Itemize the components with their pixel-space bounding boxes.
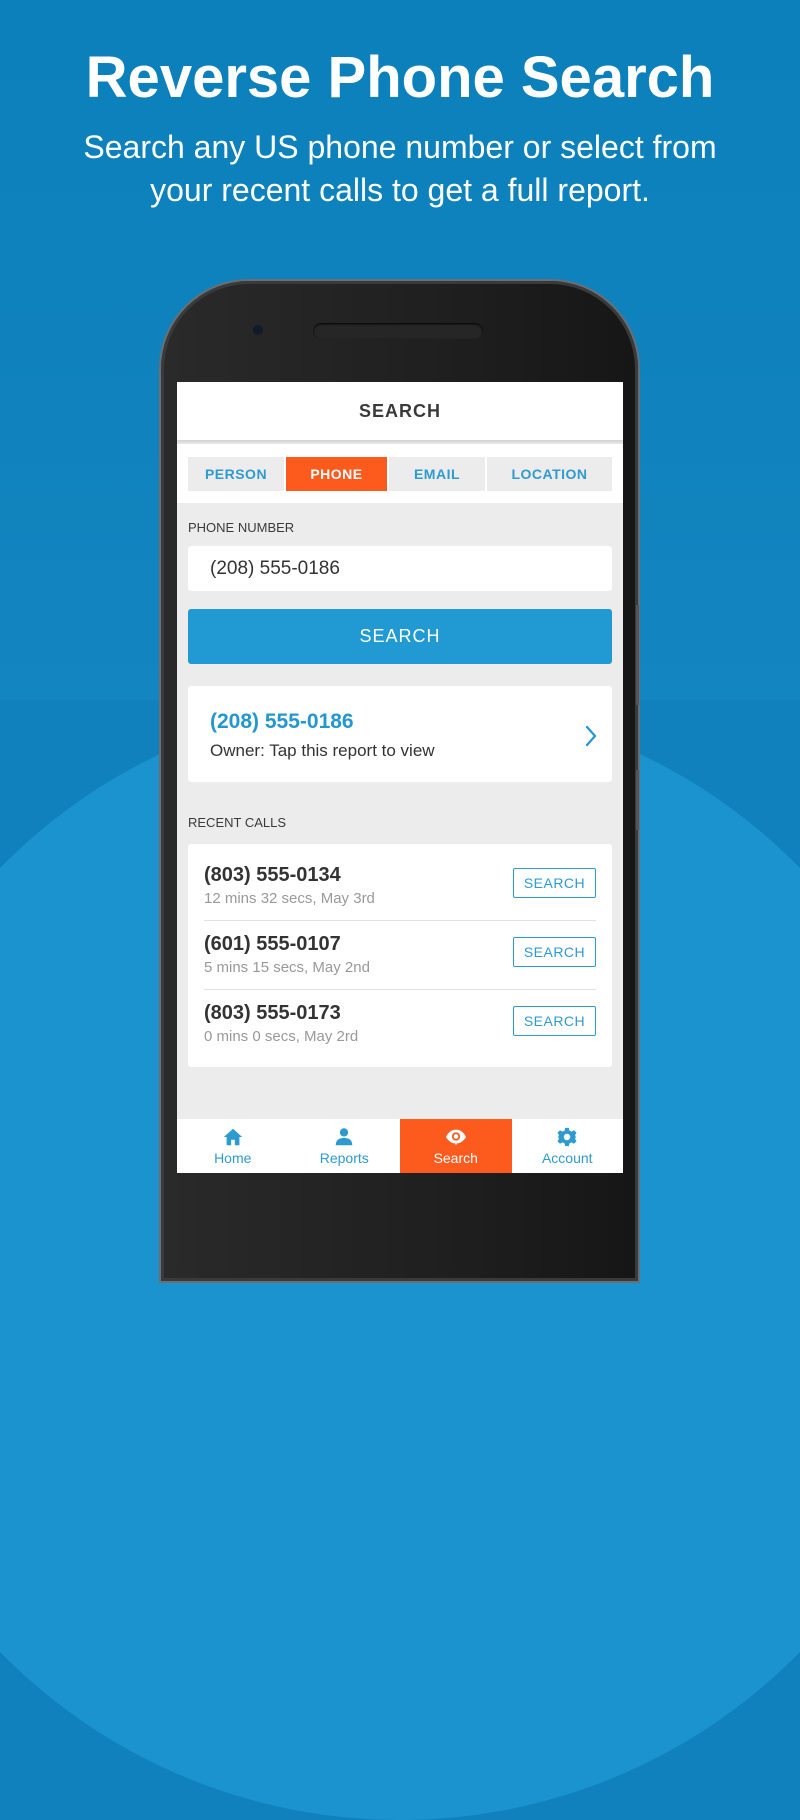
recent-calls-list: (803) 555-0134 12 mins 32 secs, May 3rd …: [188, 844, 612, 1067]
tab-email[interactable]: EMAIL: [389, 457, 485, 491]
call-meta: 0 mins 0 secs, May 2rd: [204, 1028, 359, 1045]
list-item: (803) 555-0173 0 mins 0 secs, May 2rd SE…: [204, 982, 596, 1051]
person-icon: [336, 1128, 353, 1146]
volume-button: [636, 605, 639, 705]
gear-icon: [557, 1127, 577, 1147]
eye-search-icon: [445, 1129, 466, 1146]
search-button[interactable]: SEARCH: [188, 609, 612, 664]
list-item: (601) 555-0107 5 mins 15 secs, May 2nd S…: [204, 913, 596, 982]
nav-reports[interactable]: Reports: [289, 1119, 401, 1173]
chevron-right-icon: [585, 725, 597, 747]
power-button: [636, 770, 639, 830]
tab-person[interactable]: PERSON: [188, 457, 284, 491]
call-meta: 5 mins 15 secs, May 2nd: [204, 959, 370, 976]
tab-phone[interactable]: PHONE: [286, 457, 387, 491]
promo-headline: Reverse Phone Search: [85, 45, 715, 110]
app-bar: SEARCH: [177, 382, 623, 440]
promo-subline: Search any US phone number or select fro…: [83, 129, 717, 208]
speaker-grille: [313, 323, 483, 339]
tab-location[interactable]: LOCATION: [487, 457, 612, 491]
nav-search-label: Search: [433, 1150, 478, 1166]
call-number: (803) 555-0134: [204, 864, 341, 886]
call-search-button[interactable]: SEARCH: [513, 868, 596, 898]
nav-home-label: Home: [214, 1150, 252, 1166]
app-screen: SEARCH PERSON PHONE EMAIL LOCATION PHONE…: [177, 382, 623, 1173]
result-phone-number: (208) 555-0186: [210, 710, 354, 733]
search-type-tabs: PERSON PHONE EMAIL LOCATION: [177, 444, 623, 503]
nav-account[interactable]: Account: [512, 1119, 624, 1173]
phone-number-input[interactable]: (208) 555-0186: [188, 546, 612, 591]
call-number: (803) 555-0173: [204, 1002, 341, 1024]
result-owner-text: Owner: Tap this report to view: [210, 741, 435, 760]
call-number: (601) 555-0107: [204, 933, 341, 955]
front-camera: [253, 325, 263, 335]
page-title: SEARCH: [358, 400, 441, 421]
call-search-button[interactable]: SEARCH: [513, 1006, 596, 1036]
phone-number-label: PHONE NUMBER: [188, 520, 295, 535]
nav-reports-label: Reports: [319, 1150, 369, 1166]
recent-calls-label: RECENT CALLS: [188, 815, 287, 830]
nav-search[interactable]: Search: [400, 1119, 512, 1173]
nav-account-label: Account: [541, 1150, 593, 1166]
home-icon: [223, 1128, 242, 1146]
bottom-nav: Home Reports Search Account: [177, 1119, 623, 1173]
report-result-card[interactable]: (208) 555-0186 Owner: Tap this report to…: [188, 686, 612, 782]
list-item: (803) 555-0134 12 mins 32 secs, May 3rd …: [204, 844, 596, 913]
call-meta: 12 mins 32 secs, May 3rd: [204, 890, 375, 907]
nav-home[interactable]: Home: [177, 1119, 289, 1173]
call-search-button[interactable]: SEARCH: [513, 937, 596, 967]
